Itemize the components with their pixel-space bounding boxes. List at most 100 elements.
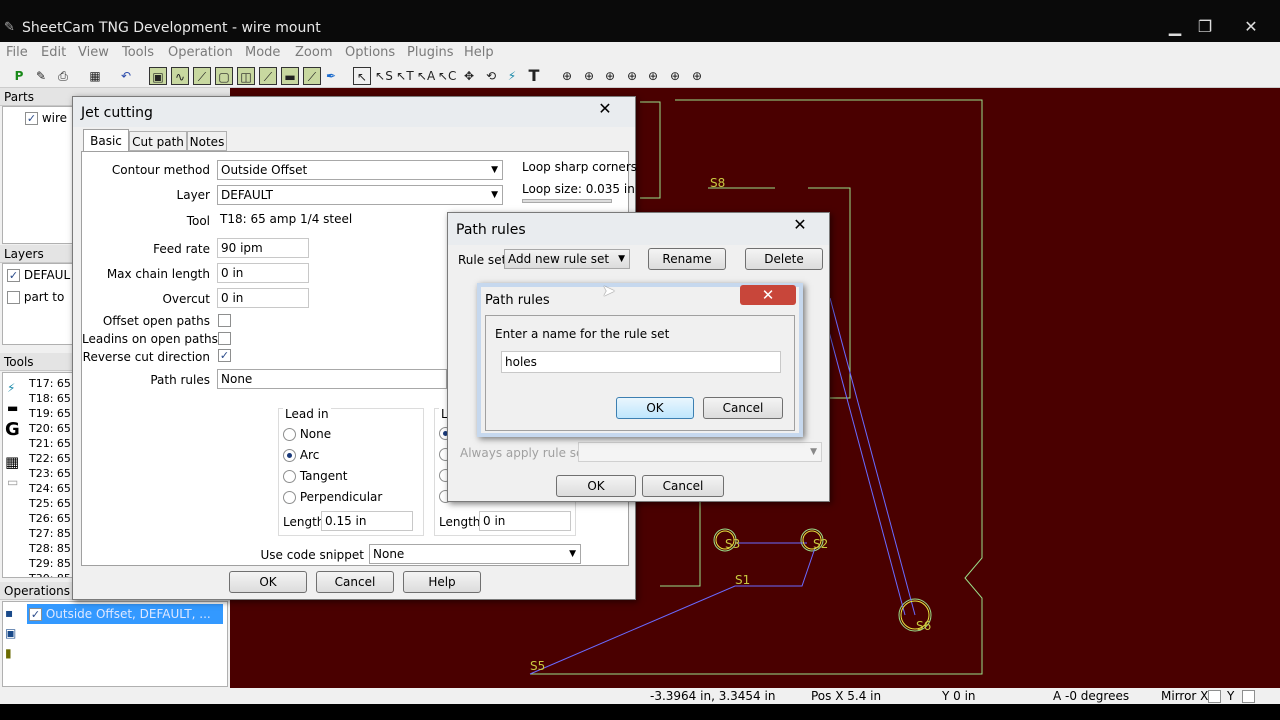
layer-select[interactable]: DEFAULT ▼ <box>217 185 503 205</box>
leadin-length-input[interactable]: 0.15 in <box>321 511 413 531</box>
offsetopen-checkbox[interactable] <box>218 314 231 327</box>
pathrules-select[interactable]: None <box>217 369 447 389</box>
parts-item-checkbox[interactable]: ✓ <box>25 112 38 125</box>
rename-button[interactable]: Rename <box>648 248 726 270</box>
tool-list-item[interactable]: T25: 65 <box>29 497 71 510</box>
jet-cancel-button[interactable]: Cancel <box>316 571 394 593</box>
tool-list-item[interactable]: T29: 85 <box>29 557 71 570</box>
start-point-icon-2[interactable]: ⊕ <box>580 67 598 85</box>
tool-list-item[interactable]: T21: 65 <box>29 437 71 450</box>
leadin-perpendicular-radio[interactable]: Perpendicular <box>283 490 382 504</box>
move-icon[interactable]: ✥ <box>460 67 478 85</box>
layer-checkbox-part[interactable] <box>7 291 20 304</box>
rule-name-input[interactable]: holes <box>501 351 781 373</box>
edit-icon[interactable]: ✎ <box>32 67 50 85</box>
undo-icon[interactable]: ↶ <box>117 67 135 85</box>
pathrules-ok-button[interactable]: OK <box>556 475 636 497</box>
tool-list-item[interactable]: T17: 65 <box>29 377 71 390</box>
tool-list-item[interactable]: T24: 65 <box>29 482 71 495</box>
view-line-icon[interactable]: ⟋ <box>193 67 211 85</box>
table-icon[interactable]: ▦ <box>86 67 104 85</box>
tab-cut-path[interactable]: Cut path <box>129 131 187 151</box>
overcut-input[interactable]: 0 in <box>217 288 309 308</box>
delete-button[interactable]: Delete <box>745 248 823 270</box>
prompt-cancel-button[interactable]: Cancel <box>703 397 783 419</box>
leadin-none-radio[interactable]: None <box>283 427 331 441</box>
leadout-length-input[interactable]: 0 in <box>479 511 571 531</box>
loop-size-slider[interactable] <box>522 199 612 203</box>
start-point-icon-4[interactable]: ⊕ <box>623 67 641 85</box>
layer-item-part[interactable]: part to <box>7 290 64 304</box>
start-point-icon-7[interactable]: ⊕ <box>688 67 706 85</box>
select-a-icon[interactable]: ↖A <box>417 67 435 85</box>
tool-list-item[interactable]: T30: 85 <box>29 572 71 577</box>
view-path-icon[interactable]: ∿ <box>171 67 189 85</box>
view-outline-icon[interactable]: ▢ <box>215 67 233 85</box>
tool-list-item[interactable]: T18: 65 <box>29 392 71 405</box>
menu-file[interactable]: File <box>6 45 28 60</box>
start-point-icon-3[interactable]: ⊕ <box>601 67 619 85</box>
operation-row[interactable]: ✓ Outside Offset, DEFAULT, ... <box>27 604 223 624</box>
menu-tools[interactable]: Tools <box>122 45 154 60</box>
print-icon[interactable]: ⎙ <box>54 67 72 85</box>
pathrules-cancel-button[interactable]: Cancel <box>642 475 724 497</box>
start-point-icon-6[interactable]: ⊕ <box>666 67 684 85</box>
tab-basic[interactable]: Basic <box>83 129 129 151</box>
view-offset-icon[interactable]: ◫ <box>237 67 255 85</box>
tool-list-item[interactable]: T28: 85 <box>29 542 71 555</box>
maxchain-input[interactable]: 0 in <box>217 263 309 283</box>
leadin-arc-radio[interactable]: Arc <box>283 448 319 462</box>
layer-checkbox-default[interactable]: ✓ <box>7 269 20 282</box>
tool-list-item[interactable]: T27: 85 <box>29 527 71 540</box>
view-sheet-icon[interactable]: ▬ <box>281 67 299 85</box>
tool-list-item[interactable]: T23: 65 <box>29 467 71 480</box>
minimize-icon[interactable]: ▁ <box>1162 16 1188 38</box>
menu-operation[interactable]: Operation <box>168 45 233 60</box>
jet-help-button[interactable]: Help <box>403 571 481 593</box>
menu-edit[interactable]: Edit <box>41 45 66 60</box>
maximize-icon[interactable]: ❐ <box>1192 16 1218 38</box>
menu-mode[interactable]: Mode <box>245 45 280 60</box>
pathrules-close-icon[interactable]: ✕ <box>778 215 822 235</box>
torch-icon[interactable]: ⚡ <box>503 67 521 85</box>
select-text-icon[interactable]: ↖T <box>396 67 414 85</box>
reverse-checkbox[interactable]: ✓ <box>218 349 231 362</box>
close-icon[interactable]: ✕ <box>1238 16 1264 38</box>
select-icon[interactable]: ↖ <box>353 67 371 85</box>
ruleset-select[interactable]: Add new rule set ▼ <box>504 249 630 269</box>
post-process-icon[interactable]: P <box>10 67 28 85</box>
tool-list-item[interactable]: T20: 65 <box>29 422 71 435</box>
contour-select[interactable]: Outside Offset ▼ <box>217 160 503 180</box>
start-point-icon-5[interactable]: ⊕ <box>644 67 662 85</box>
always-apply-select[interactable]: ▼ <box>578 442 822 462</box>
select-c-icon[interactable]: ↖C <box>438 67 456 85</box>
start-point-icon-1[interactable]: ⊕ <box>558 67 576 85</box>
menu-plugins[interactable]: Plugins <box>407 45 454 60</box>
prompt-close-icon[interactable]: ✕ <box>740 285 796 305</box>
layer-item-default[interactable]: ✓ DEFAUL <box>7 268 70 282</box>
jet-close-icon[interactable]: ✕ <box>583 99 627 119</box>
text-tool-icon[interactable]: T <box>525 67 543 85</box>
view-red-icon[interactable]: ⟋ <box>303 67 321 85</box>
parts-item[interactable]: ✓ wire <box>25 111 67 125</box>
tab-notes[interactable]: Notes <box>187 131 227 151</box>
view-rapid-icon[interactable]: ⟋ <box>259 67 277 85</box>
jet-ok-button[interactable]: OK <box>229 571 307 593</box>
snippet-select[interactable]: None ▼ <box>369 544 581 564</box>
view-part-icon[interactable]: ▣ <box>149 67 167 85</box>
pen-icon[interactable]: ✒ <box>322 67 340 85</box>
select-shape-icon[interactable]: ↖S <box>375 67 393 85</box>
leadin-tangent-radio[interactable]: Tangent <box>283 469 347 483</box>
feed-input[interactable]: 90 ipm <box>217 238 309 258</box>
menu-view[interactable]: View <box>78 45 109 60</box>
menu-zoom[interactable]: Zoom <box>295 45 332 60</box>
prompt-ok-button[interactable]: OK <box>616 397 694 419</box>
tool-list-item[interactable]: T19: 65 <box>29 407 71 420</box>
operation-checkbox[interactable]: ✓ <box>29 608 42 621</box>
tool-list-item[interactable]: T26: 65 <box>29 512 71 525</box>
tool-list-item[interactable]: T22: 65 <box>29 452 71 465</box>
menu-options[interactable]: Options <box>345 45 395 60</box>
rotate-icon[interactable]: ⟲ <box>482 67 500 85</box>
leadins-checkbox[interactable] <box>218 332 231 345</box>
menu-help[interactable]: Help <box>464 45 494 60</box>
